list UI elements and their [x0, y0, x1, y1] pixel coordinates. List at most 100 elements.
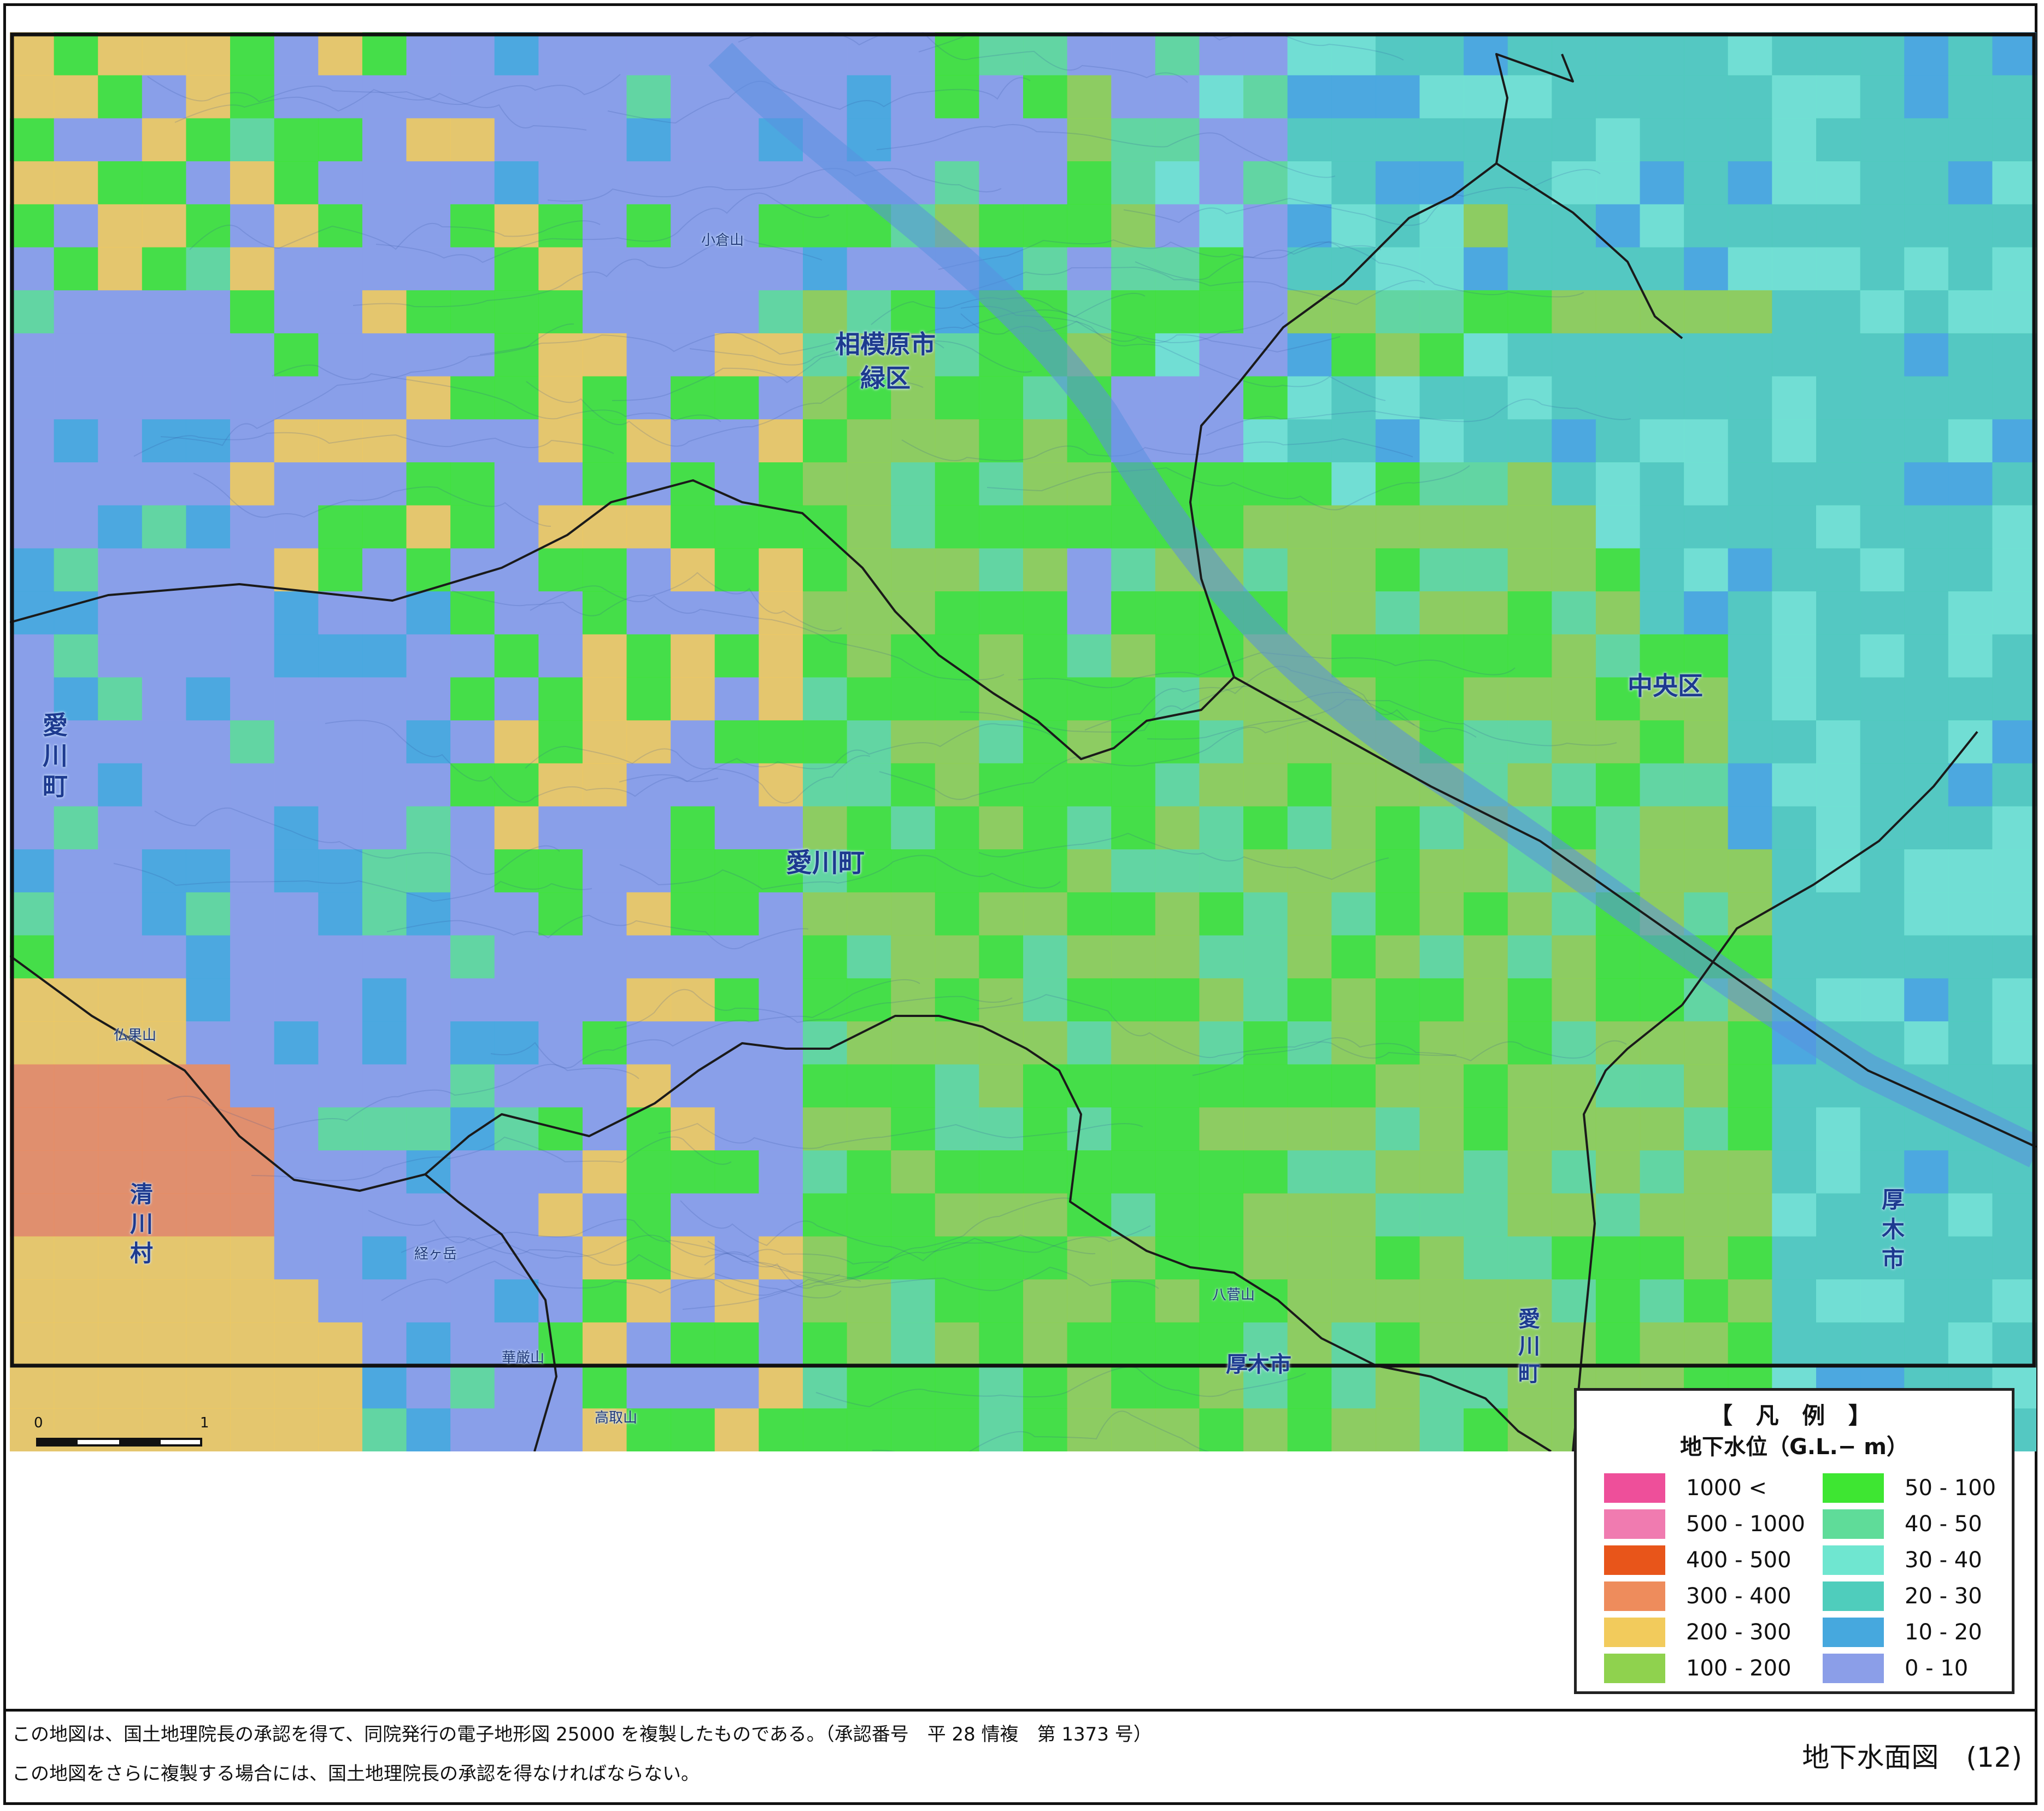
grid-cell: [54, 1064, 98, 1108]
feature-label-kyogatake: 経ヶ岳: [414, 1246, 457, 1262]
grid-cell: [142, 505, 186, 549]
grid-cell: [98, 118, 143, 162]
grid-cell: [1199, 763, 1244, 807]
grid-cell: [1684, 548, 1729, 592]
grid-cell: [1331, 892, 1376, 936]
grid-cell: [450, 1322, 495, 1366]
grid-cell: [98, 1064, 143, 1108]
grid-cell: [1552, 1322, 1596, 1366]
grid-cell: [406, 462, 451, 506]
grid-cell: [759, 419, 803, 463]
sheet-title: 地下水面図 (12): [1802, 1742, 2022, 1773]
grid-cell: [1684, 32, 1729, 76]
grid-cell: [1507, 677, 1552, 721]
grid-cell: [450, 1021, 495, 1065]
grid-cell: [1375, 591, 1420, 635]
grid-cell: [1287, 935, 1332, 979]
grid-cell: [803, 892, 848, 936]
grid-cell: [1816, 505, 1861, 549]
grid-cell: [891, 1365, 936, 1409]
grid-cell: [626, 161, 671, 205]
grid-cell: [10, 75, 55, 119]
grid-cell: [1552, 677, 1596, 721]
grid-cell: [1507, 204, 1552, 248]
grid-cell: [186, 1279, 231, 1323]
grid-cell: [979, 1150, 1024, 1194]
grid-cell: [54, 892, 98, 936]
grid-cell: [1552, 720, 1596, 764]
grid-cell: [1067, 1408, 1112, 1451]
grid-cell: [494, 1365, 539, 1409]
grid-cell: [891, 32, 936, 76]
grid-cell: [1684, 849, 1729, 893]
groundwater-map[interactable]: 相模原市 緑区 愛川町 中央区 愛 川 町 清 川 村 厚 木 市 愛 川 町 …: [10, 32, 2036, 1451]
grid-cell: [538, 1150, 583, 1194]
grid-cell: [1772, 935, 1817, 979]
grid-cell: [1728, 591, 1772, 635]
grid-cell: [1595, 1107, 1641, 1151]
grid-cell: [671, 1365, 715, 1409]
grid-cell: [935, 505, 979, 549]
grid-cell: [1023, 634, 1068, 678]
grid-cell: [759, 1236, 803, 1280]
grid-cell: [1948, 634, 1993, 678]
grid-cell: [1595, 548, 1641, 592]
grid-cell: [1728, 333, 1772, 377]
grid-cell: [494, 333, 539, 377]
grid-cell: [1728, 1150, 1772, 1194]
grid-cell: [1331, 161, 1376, 205]
grid-cell: [1199, 1150, 1244, 1194]
grid-cell: [1552, 1107, 1596, 1151]
grid-cell: [1816, 462, 1861, 506]
grid-cell: [186, 892, 231, 936]
grid-cell: [1111, 634, 1156, 678]
grid-cell: [230, 935, 275, 979]
grid-cell: [1992, 720, 2036, 764]
grid-cell: [626, 1064, 671, 1108]
grid-cell: [274, 763, 319, 807]
grid-cell: [1904, 505, 1949, 549]
grid-cell: [582, 419, 627, 463]
grid-cell: [1331, 118, 1376, 162]
grid-cell: [1772, 290, 1817, 334]
grid-cell: [891, 1236, 936, 1280]
grid-cell: [1948, 1279, 1993, 1323]
grid-cell: [803, 32, 848, 76]
grid-cell: [1419, 419, 1464, 463]
grid-cell: [979, 505, 1024, 549]
grid-cell: [362, 1150, 407, 1194]
grid-cell: [582, 720, 627, 764]
scale-bar: 0 1 km: [34, 1409, 216, 1451]
grid-cell: [891, 462, 936, 506]
grid-cell: [1243, 75, 1288, 119]
grid-cell: [318, 677, 363, 721]
grid-cell: [1023, 247, 1068, 291]
grid-cell: [1111, 118, 1156, 162]
grid-cell: [98, 1107, 143, 1151]
grid-cell: [1816, 118, 1861, 162]
grid-cell: [1419, 1064, 1464, 1108]
grid-cell: [494, 978, 539, 1022]
grid-cell: [1331, 978, 1376, 1022]
grid-cell: [847, 32, 891, 76]
grid-cell: [979, 806, 1024, 850]
grid-cell: [1904, 1193, 1949, 1237]
grid-cell: [1904, 118, 1949, 162]
grid-cell: [1992, 75, 2036, 119]
grid-cell: [1728, 677, 1772, 721]
grid-cell: [1640, 333, 1684, 377]
grid-cell: [582, 548, 627, 592]
grid-cell: [1375, 1408, 1420, 1451]
grid-cell: [714, 505, 759, 549]
grid-cell: [1948, 892, 1993, 936]
grid-cell: [1464, 419, 1508, 463]
grid-cell: [1287, 763, 1332, 807]
grid-cell: [230, 849, 275, 893]
legend-swatch: [1604, 1509, 1665, 1539]
grid-cell: [1992, 204, 2036, 248]
grid-cell: [1640, 376, 1684, 420]
grid-cell: [362, 548, 407, 592]
grid-cell: [406, 892, 451, 936]
place-label-atsugi-east: 厚 木 市: [1882, 1186, 1905, 1272]
grid-cell: [1199, 849, 1244, 893]
